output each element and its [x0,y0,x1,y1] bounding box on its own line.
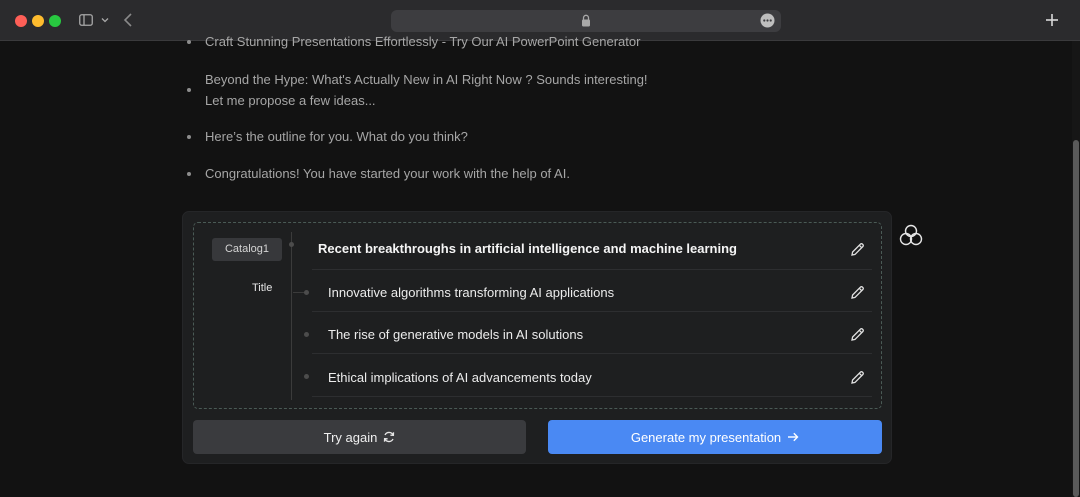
generate-presentation-button[interactable]: Generate my presentation [548,420,882,454]
generate-label: Generate my presentation [630,429,782,445]
row-divider [312,396,872,397]
tree-line [291,232,292,400]
refresh-icon [384,431,395,443]
arrow-right-icon [788,432,799,442]
pencil-icon[interactable] [850,327,865,342]
tree-node [304,374,309,379]
outline-item[interactable]: The rise of generative models in AI solu… [328,327,583,343]
list-bullet [187,172,191,176]
list-item: Here’s the outline for you. What do you … [205,129,468,144]
catalog-tag: Catalog1 [212,238,282,261]
list-bullet [187,135,191,139]
title-label: Title [252,282,273,294]
tree-node [304,332,309,337]
pencil-icon[interactable] [850,370,865,385]
list-item: Craft Stunning Presentations Effortlessl… [205,34,641,49]
outline-item[interactable]: Innovative algorithms transforming AI ap… [328,285,614,301]
scrollbar-thumb[interactable] [1073,140,1079,497]
pencil-icon[interactable] [850,285,865,300]
try-again-button[interactable]: Try again [193,420,526,454]
row-divider [312,269,872,270]
list-bullet [187,88,191,92]
list-item: Beyond the Hype: What's Actually New in … [205,72,648,87]
tree-node [289,242,294,247]
tree-node [304,290,309,295]
try-again-label: Try again [323,429,378,445]
pencil-icon[interactable] [850,242,865,257]
list-bullet [187,40,191,44]
list-item: Let me propose a few ideas... [205,93,376,108]
row-divider [312,353,872,354]
outline-title[interactable]: Recent breakthroughs in artificial intel… [318,241,737,257]
list-item: Congratulations! You have started your w… [205,166,570,181]
row-divider [312,311,872,312]
outline-item[interactable]: Ethical implications of AI advancements … [328,370,592,386]
circles-icon[interactable] [899,224,923,246]
